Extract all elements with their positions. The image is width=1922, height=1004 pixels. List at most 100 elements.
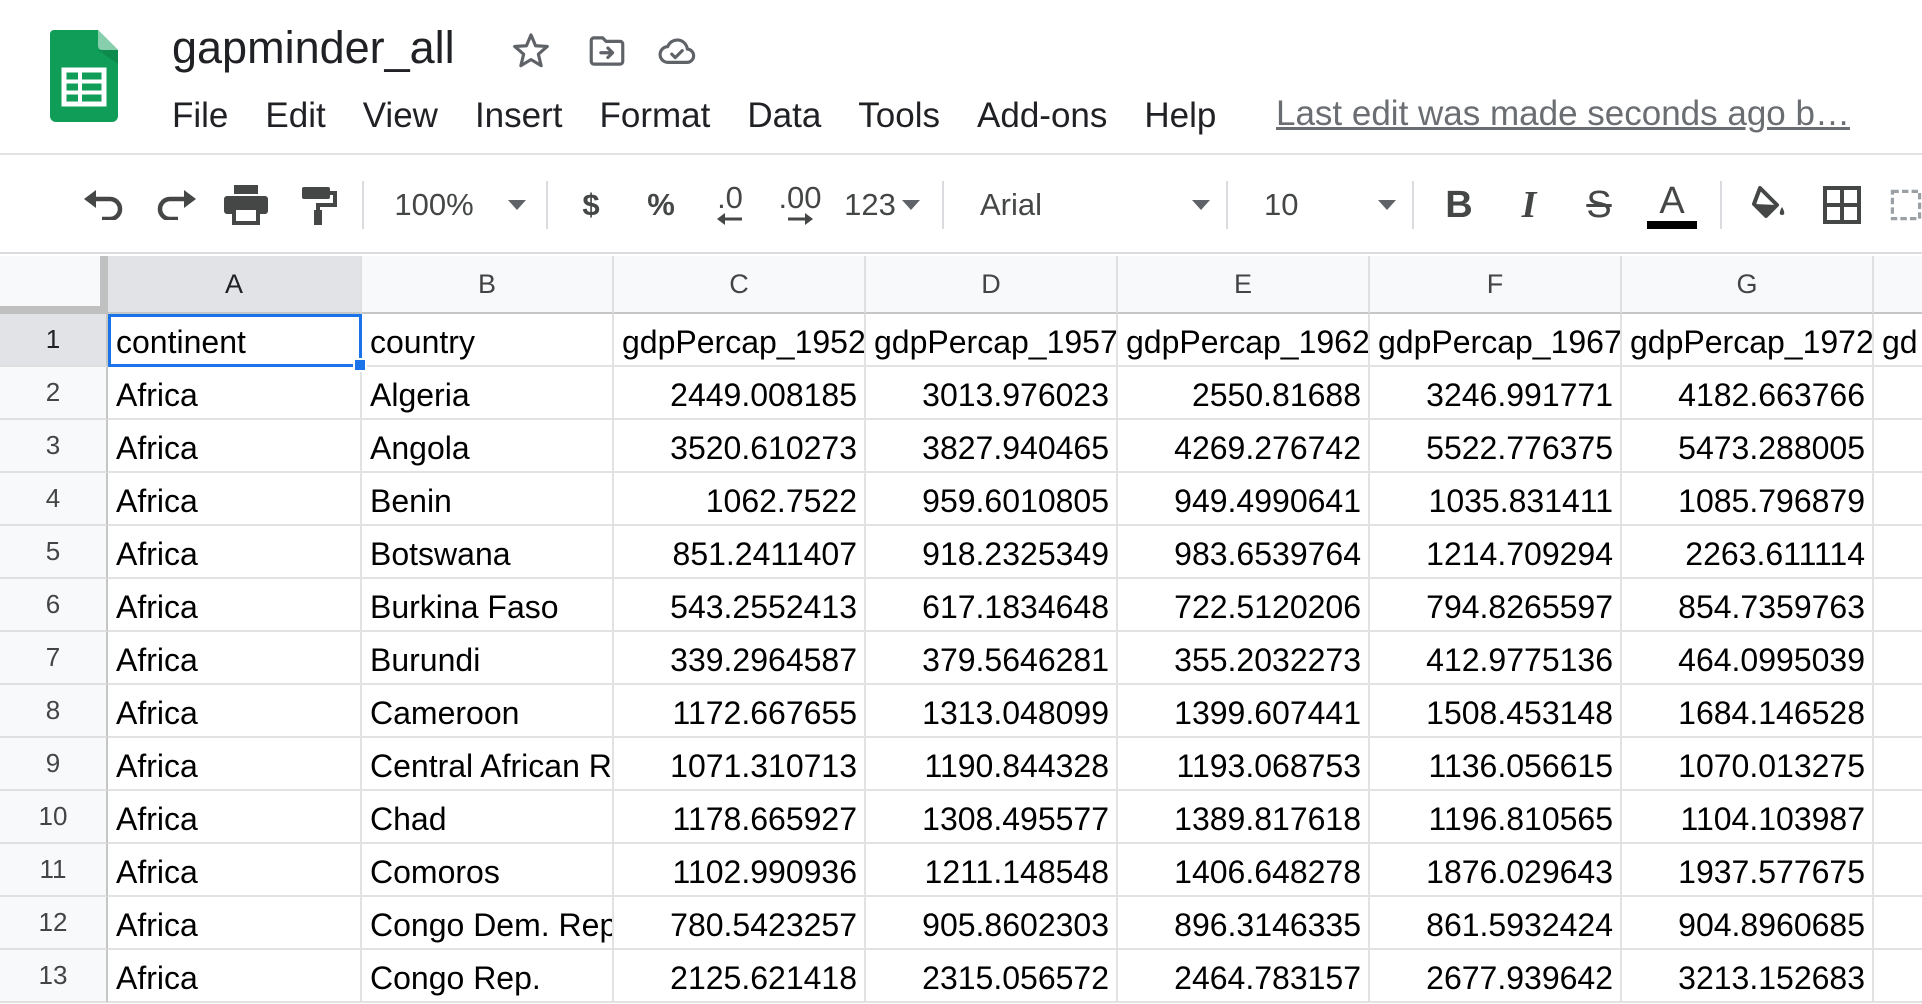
sheet-cell[interactable]: 2315.056572	[866, 950, 1118, 1003]
sheet-cell[interactable]: 2263.611114	[1622, 526, 1874, 579]
sheet-cell[interactable]: 861.5932424	[1370, 897, 1622, 950]
sheet-cell[interactable]: Africa	[108, 950, 362, 1003]
sheet-cell[interactable]: gdpPercap_1972	[1622, 314, 1874, 367]
row-header[interactable]: 13	[0, 950, 108, 1003]
freeze-row-handle[interactable]	[0, 306, 108, 314]
sheet-cell[interactable]: 617.1834648	[866, 579, 1118, 632]
sheet-cell[interactable]	[1874, 685, 1922, 738]
sheet-cell[interactable]: Africa	[108, 685, 362, 738]
sheet-cell[interactable]: 1308.495577	[866, 791, 1118, 844]
row-header[interactable]: 9	[0, 738, 108, 791]
sheet-cell[interactable]: 2125.621418	[614, 950, 866, 1003]
sheet-cell[interactable]: 1313.048099	[866, 685, 1118, 738]
sheet-cell[interactable]: 1190.844328	[866, 738, 1118, 791]
select-all-corner[interactable]	[0, 256, 108, 314]
sheet-cell[interactable]	[1874, 791, 1922, 844]
last-edit-link[interactable]: Last edit was made seconds ago b…	[1276, 94, 1850, 134]
menu-format[interactable]: Format	[600, 96, 711, 136]
sheet-cell[interactable]: 780.5423257	[614, 897, 866, 950]
sheet-cell[interactable]	[1874, 579, 1922, 632]
italic-button[interactable]: I	[1504, 177, 1554, 233]
row-header[interactable]: 5	[0, 526, 108, 579]
sheet-cell[interactable]: 1193.068753	[1118, 738, 1370, 791]
sheet-cell[interactable]: 1389.817618	[1118, 791, 1370, 844]
redo-button[interactable]	[148, 177, 204, 233]
sheet-cell[interactable]: 3213.152683	[1622, 950, 1874, 1003]
format-percent-button[interactable]: %	[636, 177, 686, 233]
format-currency-button[interactable]: $	[566, 177, 616, 233]
menu-view[interactable]: View	[363, 96, 438, 136]
sheet-cell[interactable]: 1937.577675	[1622, 844, 1874, 897]
sheet-cell[interactable]: 2464.783157	[1118, 950, 1370, 1003]
sheet-cell[interactable]: 4182.663766	[1622, 367, 1874, 420]
sheet-cell[interactable]: Comoros	[362, 844, 614, 897]
menu-tools[interactable]: Tools	[858, 96, 940, 136]
fill-color-button[interactable]	[1740, 177, 1796, 233]
sheet-cell[interactable]: 983.6539764	[1118, 526, 1370, 579]
sheet-cell[interactable]	[1874, 367, 1922, 420]
sheet-cell[interactable]: Africa	[108, 420, 362, 473]
sheet-cell[interactable]: 1406.648278	[1118, 844, 1370, 897]
column-header-a[interactable]: A	[108, 256, 362, 314]
sheet-cell[interactable]: Africa	[108, 897, 362, 950]
sheet-cell[interactable]: 851.2411407	[614, 526, 866, 579]
sheet-cell[interactable]: Botswana	[362, 526, 614, 579]
sheet-cell[interactable]: 355.2032273	[1118, 632, 1370, 685]
font-size-select[interactable]: 10	[1264, 177, 1396, 233]
google-sheets-logo[interactable]	[50, 30, 118, 122]
menu-edit[interactable]: Edit	[265, 96, 325, 136]
sheet-cell[interactable]: Algeria	[362, 367, 614, 420]
sheet-cell[interactable]: Congo Dem. Rep	[362, 897, 614, 950]
sheet-cell[interactable]: Africa	[108, 791, 362, 844]
sheet-cell[interactable]: 1136.056615	[1370, 738, 1622, 791]
sheet-cell[interactable]: gdpPercap_1962	[1118, 314, 1370, 367]
sheet-cell[interactable]: 1214.709294	[1370, 526, 1622, 579]
sheet-cell[interactable]: gdpPercap_1967	[1370, 314, 1622, 367]
sheet-cell[interactable]	[1874, 738, 1922, 791]
sheet-cell[interactable]: 3827.940465	[866, 420, 1118, 473]
sheet-cell[interactable]: 794.8265597	[1370, 579, 1622, 632]
sheet-cell[interactable]: Africa	[108, 632, 362, 685]
column-header-f[interactable]: F	[1370, 256, 1622, 314]
sheet-cell[interactable]: 1172.667655	[614, 685, 866, 738]
sheet-cell[interactable]	[1874, 897, 1922, 950]
sheet-cell[interactable]: 339.2964587	[614, 632, 866, 685]
sheet-cell[interactable]: 854.7359763	[1622, 579, 1874, 632]
sheet-cell[interactable]: 2449.008185	[614, 367, 866, 420]
sheet-cell[interactable]: Benin	[362, 473, 614, 526]
sheet-cell[interactable]: gd	[1874, 314, 1922, 367]
column-header-e[interactable]: E	[1118, 256, 1370, 314]
sheet-cell[interactable]: gdpPercap_1952	[614, 314, 866, 367]
bold-button[interactable]: B	[1434, 177, 1484, 233]
sheet-cell[interactable]: Congo Rep.	[362, 950, 614, 1003]
row-header[interactable]: 11	[0, 844, 108, 897]
move-to-folder-icon[interactable]	[586, 30, 628, 72]
sheet-cell[interactable]: Africa	[108, 738, 362, 791]
sheet-cell[interactable]: 959.6010805	[866, 473, 1118, 526]
sheet-cell[interactable]: 1104.103987	[1622, 791, 1874, 844]
menu-add-ons[interactable]: Add-ons	[977, 96, 1107, 136]
row-header[interactable]: 4	[0, 473, 108, 526]
sheet-cell[interactable]: country	[362, 314, 614, 367]
paint-format-button[interactable]	[290, 177, 346, 233]
row-header[interactable]: 3	[0, 420, 108, 473]
sheet-cell[interactable]: 1399.607441	[1118, 685, 1370, 738]
column-header-g[interactable]: G	[1622, 256, 1874, 314]
sheet-cell[interactable]: 722.5120206	[1118, 579, 1370, 632]
cloud-saved-icon[interactable]	[656, 30, 698, 72]
sheet-cell[interactable]: 896.3146335	[1118, 897, 1370, 950]
sheet-cell[interactable]	[1874, 950, 1922, 1003]
column-header-b[interactable]: B	[362, 256, 614, 314]
column-header-c[interactable]: C	[614, 256, 866, 314]
sheet-cell[interactable]: Angola	[362, 420, 614, 473]
sheet-cell[interactable]: 1102.990936	[614, 844, 866, 897]
sheet-cell[interactable]: 1085.796879	[1622, 473, 1874, 526]
menu-data[interactable]: Data	[747, 96, 821, 136]
sheet-cell[interactable]	[1874, 844, 1922, 897]
sheet-cell[interactable]: Burkina Faso	[362, 579, 614, 632]
document-title[interactable]: gapminder_all	[172, 22, 455, 74]
text-color-button[interactable]: A	[1642, 177, 1702, 233]
row-header[interactable]: 2	[0, 367, 108, 420]
row-header[interactable]: 6	[0, 579, 108, 632]
sheet-cell[interactable]: 5473.288005	[1622, 420, 1874, 473]
